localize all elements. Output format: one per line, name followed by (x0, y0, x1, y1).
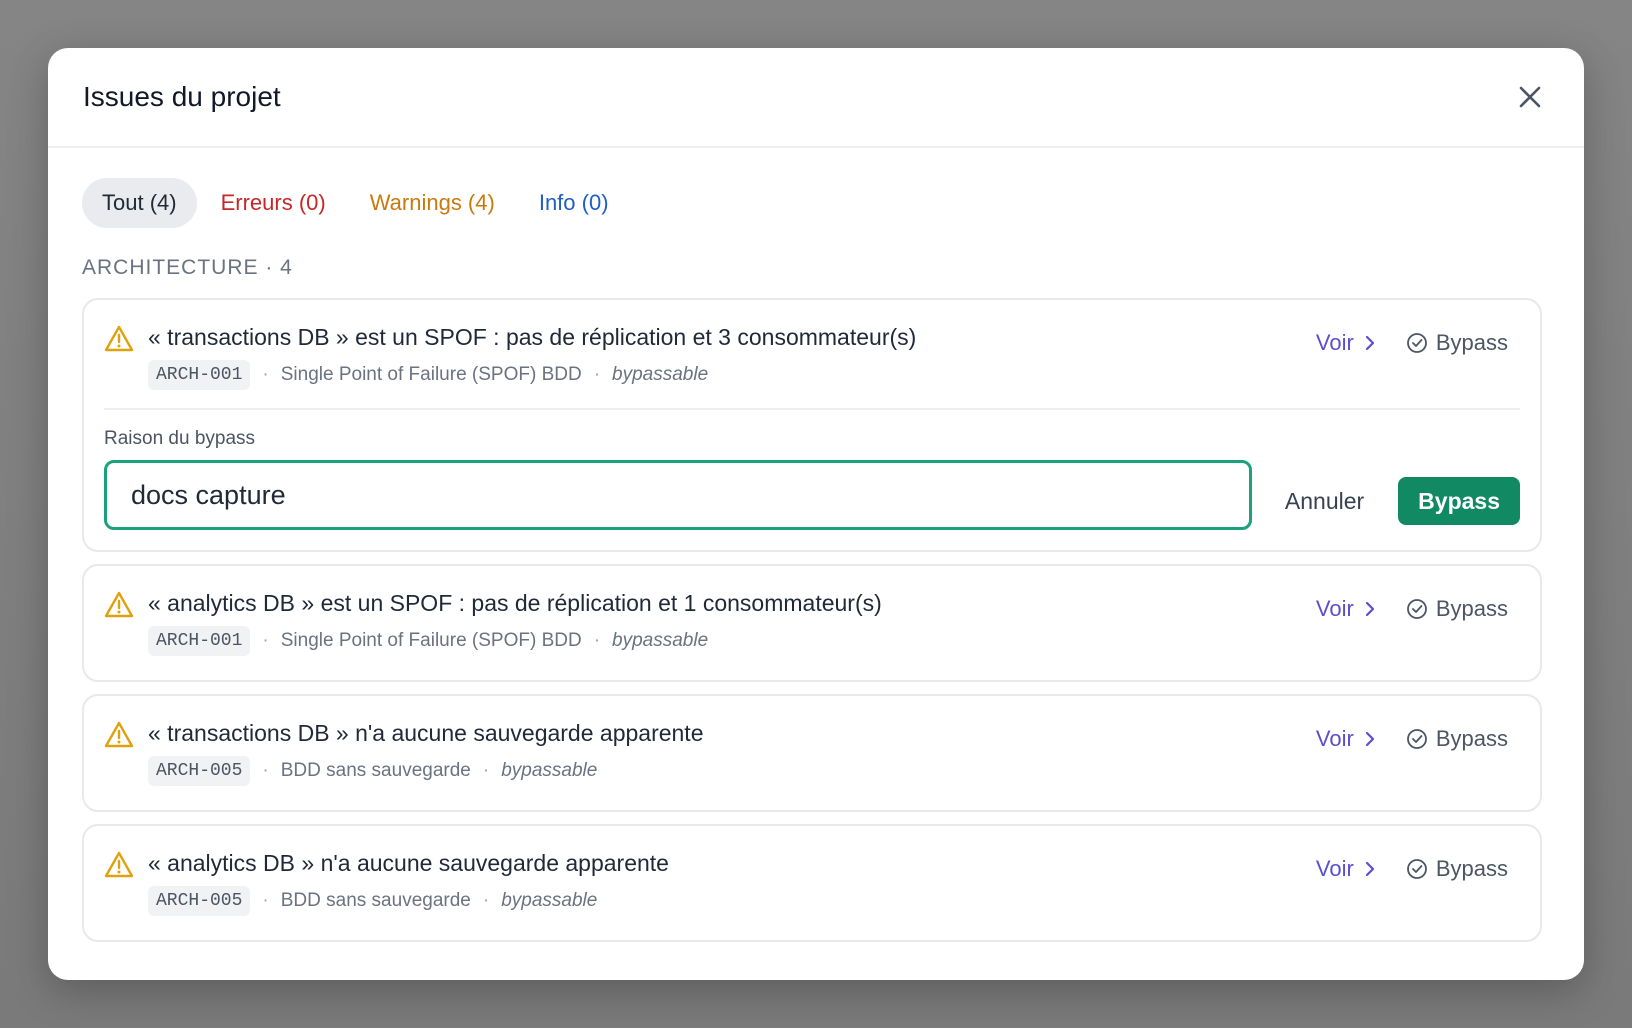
issue-tag: bypassable (501, 760, 598, 781)
issue-code-badge: ARCH-001 (148, 626, 251, 656)
voir-label: Voir (1315, 596, 1354, 621)
voir-link[interactable]: Voir (1316, 596, 1376, 622)
issue-code-badge: ARCH-005 (148, 756, 251, 786)
issue-rule: BDD sans sauvegarde (280, 890, 471, 911)
issue-title: « transactions DB » est un SPOF : pas de… (148, 324, 917, 350)
check-circle-icon (1406, 729, 1427, 749)
bypass-label: Bypass (1435, 330, 1508, 355)
issue-tag: bypassable (612, 630, 709, 651)
bypass-button[interactable]: Bypass (1406, 330, 1508, 356)
issue-code-badge: ARCH-005 (148, 886, 251, 916)
issue-actions: Voir Bypass (1316, 726, 1520, 752)
filter-tabs: Tout (4) Erreurs (0) Warnings (4) Info (… (82, 178, 1542, 228)
warning-triangle-icon (104, 591, 134, 618)
tab-errors[interactable]: Erreurs (0) (201, 178, 346, 228)
issue-title: « analytics DB » n'a aucune sauvegarde a… (148, 850, 669, 876)
issue-meta: ARCH-001 · Single Point of Failure (SPOF… (148, 360, 916, 390)
separator-dot: · (262, 760, 269, 781)
issue-title: « analytics DB » est un SPOF : pas de ré… (148, 590, 882, 616)
issue-rule: Single Point of Failure (SPOF) BDD (280, 630, 582, 651)
issue-actions: Voir Bypass (1316, 596, 1520, 622)
issue-row: « analytics DB » n'a aucune sauvegarde a… (104, 826, 1520, 940)
issue-content: « transactions DB » n'a aucune sauvegard… (104, 716, 704, 786)
tab-warnings[interactable]: Warnings (4) (350, 178, 515, 228)
check-circle-icon (1406, 859, 1427, 879)
issue-card: « analytics DB » n'a aucune sauvegarde a… (82, 824, 1542, 942)
bypass-form: Raison du bypass Annuler Bypass (104, 410, 1520, 550)
warning-triangle-icon (104, 721, 134, 748)
separator-dot: · (262, 364, 269, 385)
issue-meta: ARCH-005 · BDD sans sauvegarde · bypassa… (148, 756, 704, 786)
issue-content: « analytics DB » est un SPOF : pas de ré… (104, 586, 882, 656)
separator-dot: · (262, 630, 269, 651)
issue-title: « transactions DB » n'a aucune sauvegard… (148, 720, 704, 746)
separator-dot: · (482, 890, 490, 911)
issue-actions: Voir Bypass (1316, 330, 1520, 356)
issue-content: « analytics DB » n'a aucune sauvegarde a… (104, 846, 669, 916)
check-circle-icon (1406, 333, 1427, 353)
section-title: ARCHITECTURE · 4 (82, 256, 293, 279)
bypass-button[interactable]: Bypass (1406, 726, 1508, 752)
voir-label: Voir (1315, 856, 1354, 881)
issue-card: « transactions DB » n'a aucune sauvegard… (82, 694, 1542, 812)
bypass-reason-input[interactable] (104, 460, 1252, 530)
modal-title: Issues du projet (83, 81, 281, 112)
issue-code-badge: ARCH-001 (148, 360, 251, 390)
issue-row: « transactions DB » est un SPOF : pas de… (104, 300, 1520, 408)
issues-modal: Issues du projet Tout (4) Erreurs (0) Wa… (48, 48, 1584, 980)
bypass-form-row: Annuler Bypass (104, 460, 1520, 530)
issue-tag: bypassable (612, 364, 709, 385)
issue-content: « transactions DB » est un SPOF : pas de… (104, 320, 916, 390)
check-circle-icon (1406, 599, 1427, 619)
issue-meta: ARCH-001 · Single Point of Failure (SPOF… (148, 626, 882, 656)
bypass-button[interactable]: Bypass (1406, 856, 1508, 882)
bypass-form-actions: Annuler Bypass (1285, 477, 1520, 525)
voir-label: Voir (1315, 330, 1354, 355)
issue-actions: Voir Bypass (1316, 856, 1520, 882)
issue-row: « transactions DB » n'a aucune sauvegard… (104, 696, 1520, 810)
bypass-label: Bypass (1435, 856, 1508, 881)
issue-meta: ARCH-005 · BDD sans sauvegarde · bypassa… (148, 886, 669, 916)
chevron-right-icon (1365, 861, 1374, 877)
tab-info[interactable]: Info (0) (519, 178, 629, 228)
bypass-label: Bypass (1435, 726, 1508, 751)
separator-dot: · (262, 890, 269, 911)
voir-link[interactable]: Voir (1316, 726, 1376, 752)
warning-triangle-icon (104, 325, 134, 352)
chevron-right-icon (1365, 335, 1374, 351)
issue-card: « transactions DB » est un SPOF : pas de… (82, 298, 1542, 552)
issue-card: « analytics DB » est un SPOF : pas de ré… (82, 564, 1542, 682)
bypass-reason-label: Raison du bypass (104, 428, 256, 449)
issue-row: « analytics DB » est un SPOF : pas de ré… (104, 566, 1520, 680)
chevron-right-icon (1365, 601, 1374, 617)
modal-header: Issues du projet (48, 48, 1584, 148)
close-button[interactable] (1510, 77, 1550, 117)
separator-dot: · (593, 364, 601, 385)
modal-body: Tout (4) Erreurs (0) Warnings (4) Info (… (48, 148, 1584, 942)
chevron-right-icon (1365, 731, 1374, 747)
bypass-label: Bypass (1435, 596, 1508, 621)
voir-label: Voir (1315, 726, 1354, 751)
confirm-bypass-button[interactable]: Bypass (1398, 477, 1520, 525)
cancel-button[interactable]: Annuler (1285, 488, 1364, 515)
issue-rule: BDD sans sauvegarde (280, 760, 471, 781)
voir-link[interactable]: Voir (1316, 856, 1376, 882)
bypass-button[interactable]: Bypass (1406, 596, 1508, 622)
warning-triangle-icon (104, 851, 134, 878)
separator-dot: · (482, 760, 490, 781)
issue-rule: Single Point of Failure (SPOF) BDD (280, 364, 582, 385)
close-icon (1519, 86, 1541, 108)
voir-link[interactable]: Voir (1316, 330, 1376, 356)
issue-tag: bypassable (501, 890, 598, 911)
tab-all[interactable]: Tout (4) (82, 178, 197, 228)
separator-dot: · (593, 630, 601, 651)
